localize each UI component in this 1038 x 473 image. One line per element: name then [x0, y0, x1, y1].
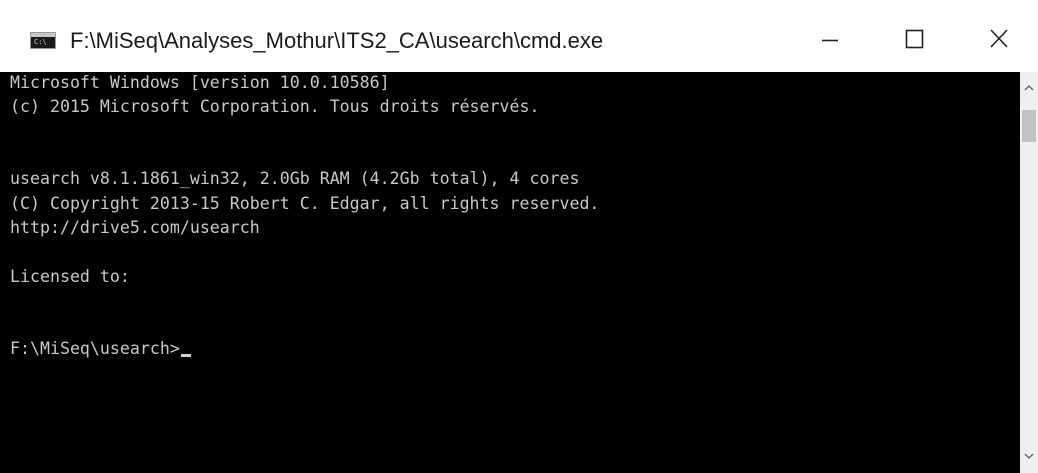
command-prompt: F:\MiSeq\usearch> — [10, 339, 180, 358]
cmd-icon[interactable]: C:\ — [30, 32, 56, 49]
console-output[interactable]: Microsoft Windows [version 10.0.10586] (… — [0, 72, 1020, 473]
console-line: (C) Copyright 2013-15 Robert C. Edgar, a… — [10, 194, 600, 213]
prompt-line[interactable]: F:\MiSeq\usearch> — [10, 338, 191, 360]
vertical-scrollbar[interactable] — [1020, 72, 1038, 473]
close-button[interactable] — [968, 18, 1028, 62]
console-line: usearch v8.1.1861_win32, 2.0Gb RAM (4.2G… — [10, 169, 580, 188]
console-line: (c) 2015 Microsoft Corporation. Tous dro… — [10, 97, 540, 116]
scroll-thumb[interactable] — [1022, 110, 1036, 142]
window-title: F:\MiSeq\Analyses_Mothur\ITS2_CA\usearch… — [70, 28, 604, 53]
maximize-button[interactable] — [884, 18, 944, 62]
scroll-down-arrow-icon — [1024, 453, 1034, 460]
maximize-icon — [905, 29, 924, 49]
close-icon — [990, 29, 1008, 48]
cmd-icon-bar — [31, 33, 55, 37]
cmd-icon-prompt: C:\ — [34, 38, 47, 46]
text-cursor — [180, 354, 191, 357]
minimize-icon — [822, 39, 838, 42]
console-line: http://drive5.com/usearch — [10, 218, 260, 237]
console-line: Licensed to: — [10, 267, 130, 286]
title-bar[interactable]: C:\ F:\MiSeq\Analyses_Mothur\ITS2_CA\use… — [0, 0, 1038, 72]
scroll-up-button[interactable] — [1020, 80, 1038, 96]
cmd-window: C:\ F:\MiSeq\Analyses_Mothur\ITS2_CA\use… — [0, 0, 1038, 473]
scroll-up-arrow-icon — [1024, 84, 1034, 91]
minimize-button[interactable] — [798, 18, 858, 62]
console-line: Microsoft Windows [version 10.0.10586] — [10, 73, 390, 92]
scroll-down-button[interactable] — [1020, 448, 1038, 464]
console-text: Microsoft Windows [version 10.0.10586] (… — [10, 72, 599, 358]
